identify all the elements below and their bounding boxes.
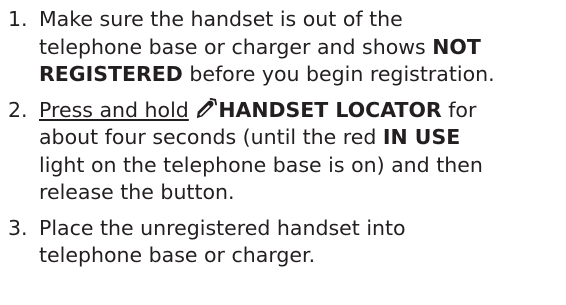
step-text: Make sure the handset is out of the [39,7,403,31]
step-2: 2. Press and hold HANDSET LOCATOR for ab… [8,97,560,207]
step-text: for [441,97,477,122]
step-text: before you begin registration. [182,62,495,86]
step-line: release the button. [39,179,560,207]
step-line: about four seconds (until the red IN USE [39,124,560,152]
registration-steps: 1. Make sure the handset is out of the t… [8,6,560,278]
step-line: telephone base or charger. [39,242,560,270]
step-line: telephone base or charger and shows NOT [39,34,560,62]
step-number: 2. [8,97,28,122]
status-text-registered: REGISTERED [39,62,183,86]
step-text: telephone base or charger. [39,243,316,267]
step-1: 1. Make sure the handset is out of the t… [8,6,560,89]
step-text: release the button. [39,180,235,204]
step-text: light on the telephone base is on) and t… [39,152,483,177]
step-line: light on the telephone base is on) and t… [39,152,560,180]
step-text: about four seconds (until the red [39,125,383,149]
step-text: telephone base or charger and shows [39,34,433,59]
action-text: Press and hold [39,97,189,122]
step-text: Place the unregistered handset into [39,215,406,240]
button-name: HANDSET LOCATOR [218,97,442,122]
instruction-page: 1. Make sure the handset is out of the t… [0,0,566,305]
status-text-not: NOT [432,34,481,59]
step-3: 3. Place the unregistered handset into t… [8,215,560,270]
step-line: Press and hold HANDSET LOCATOR for [39,97,560,125]
step-number: 3. [8,215,28,240]
handset-locator-icon [197,97,218,118]
step-number: 1. [8,7,28,31]
step-line: Make sure the handset is out of the [39,6,560,34]
step-line: Place the unregistered handset into [39,215,560,243]
light-name: IN USE [382,125,461,149]
step-line: REGISTERED before you begin registration… [39,61,560,89]
